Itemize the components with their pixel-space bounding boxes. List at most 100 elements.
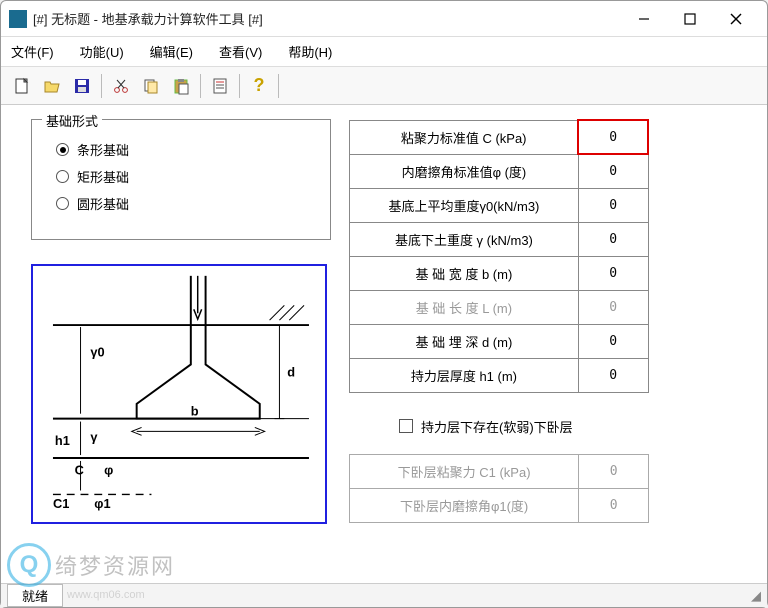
new-button[interactable] [7, 71, 37, 101]
param-value[interactable]: 0 [578, 358, 648, 392]
subparam-label: 下卧层内磨擦角φ1(度) [350, 488, 579, 522]
radio-circle[interactable]: 圆形基础 [56, 194, 306, 213]
radio-label: 条形基础 [77, 140, 129, 159]
parameter-table: 粘聚力标准值 C (kPa)0内磨擦角标准值φ (度)0基底上平均重度γ0(kN… [349, 119, 649, 393]
toolbar: ? [1, 67, 767, 105]
maximize-button[interactable] [667, 5, 713, 33]
checkbox-label: 持力层下存在(软弱)下卧层 [421, 417, 573, 436]
radio-icon [56, 170, 69, 183]
radio-rect[interactable]: 矩形基础 [56, 167, 306, 186]
menu-view[interactable]: 查看(V) [215, 40, 266, 63]
param-row: 基 础 宽 度 b (m)0 [350, 256, 649, 290]
svg-text:φ1: φ1 [94, 496, 110, 511]
param-label: 基 础 宽 度 b (m) [350, 256, 579, 290]
param-label: 基 础 长 度 L (m) [350, 290, 579, 324]
menu-file[interactable]: 文件(F) [7, 40, 58, 63]
toolbar-separator [101, 74, 102, 98]
help-button[interactable]: ? [244, 71, 274, 101]
main-window: [#] 无标题 - 地基承载力计算软件工具 [#] 文件(F) 功能(U) 编辑… [0, 0, 768, 608]
foundation-diagram: d b γ0 h1 γ C φ C1 φ1 [31, 264, 327, 524]
param-label: 粘聚力标准值 C (kPa) [350, 120, 579, 154]
copy-button[interactable] [136, 71, 166, 101]
subparam-value: 0 [579, 454, 649, 488]
open-button[interactable] [37, 71, 67, 101]
save-button[interactable] [67, 71, 97, 101]
open-folder-icon [43, 77, 61, 95]
statusbar: 就绪 ◢ [1, 583, 767, 607]
menu-func[interactable]: 功能(U) [76, 40, 128, 63]
param-row: 粘聚力标准值 C (kPa)0 [350, 120, 649, 154]
toolbar-separator [239, 74, 240, 98]
svg-text:γ0: γ0 [90, 345, 104, 360]
weak-layer-checkbox[interactable]: 持力层下存在(软弱)下卧层 [399, 417, 747, 436]
param-value: 0 [578, 290, 648, 324]
svg-text:φ: φ [104, 463, 113, 478]
close-button[interactable] [713, 5, 759, 33]
param-value[interactable]: 0 [578, 222, 648, 256]
radio-strip[interactable]: 条形基础 [56, 140, 306, 159]
param-value[interactable]: 0 [578, 154, 648, 188]
svg-text:C: C [75, 463, 84, 478]
param-row: 内磨擦角标准值φ (度)0 [350, 154, 649, 188]
left-column: 基础形式 条形基础 矩形基础 圆形基础 [31, 119, 331, 583]
status-ready: 就绪 [7, 584, 63, 607]
new-file-icon [13, 77, 31, 95]
param-value[interactable]: 0 [578, 256, 648, 290]
svg-text:C1: C1 [53, 496, 69, 511]
app-icon [9, 10, 27, 28]
param-row: 基 础 长 度 L (m)0 [350, 290, 649, 324]
subparam-row: 下卧层内磨擦角φ1(度)0 [350, 488, 649, 522]
param-row: 基底上平均重度γ0(kN/m3)0 [350, 188, 649, 222]
radio-icon [56, 143, 69, 156]
toolbar-separator [200, 74, 201, 98]
close-icon [730, 13, 742, 25]
param-value[interactable]: 0 [578, 324, 648, 358]
svg-text:h1: h1 [55, 433, 70, 448]
menu-help[interactable]: 帮助(H) [284, 40, 336, 63]
titlebar: [#] 无标题 - 地基承载力计算软件工具 [#] [1, 1, 767, 37]
param-row: 持力层厚度 h1 (m)0 [350, 358, 649, 392]
toolbar-separator [278, 74, 279, 98]
resize-grip-icon: ◢ [741, 588, 761, 604]
menu-edit[interactable]: 编辑(E) [146, 40, 197, 63]
subparam-label: 下卧层粘聚力 C1 (kPa) [350, 454, 579, 488]
param-value[interactable]: 0 [578, 120, 648, 154]
param-label: 内磨擦角标准值φ (度) [350, 154, 579, 188]
param-row: 基 础 埋 深 d (m)0 [350, 324, 649, 358]
subparam-value: 0 [579, 488, 649, 522]
maximize-icon [684, 13, 696, 25]
window-title: [#] 无标题 - 地基承载力计算软件工具 [#] [33, 9, 621, 28]
param-label: 基底上平均重度γ0(kN/m3) [350, 188, 579, 222]
param-label: 基 础 埋 深 d (m) [350, 324, 579, 358]
param-value[interactable]: 0 [578, 188, 648, 222]
report-button[interactable] [205, 71, 235, 101]
sublayer-table: 下卧层粘聚力 C1 (kPa)0下卧层内磨擦角φ1(度)0 [349, 454, 649, 523]
svg-text:γ: γ [90, 429, 98, 444]
checkbox-icon [399, 419, 413, 433]
document-icon [211, 77, 229, 95]
param-row: 基底下土重度 γ (kN/m3)0 [350, 222, 649, 256]
radio-icon [56, 197, 69, 210]
help-icon: ? [254, 75, 265, 96]
param-label: 持力层厚度 h1 (m) [350, 358, 579, 392]
save-icon [73, 77, 91, 95]
minimize-icon [638, 13, 650, 25]
copy-icon [142, 77, 160, 95]
paste-icon [172, 77, 190, 95]
window-buttons [621, 5, 759, 33]
paste-button[interactable] [166, 71, 196, 101]
content-area: 基础形式 条形基础 矩形基础 圆形基础 [1, 105, 767, 583]
svg-text:d: d [287, 364, 295, 379]
minimize-button[interactable] [621, 5, 667, 33]
fieldset-legend: 基础形式 [42, 111, 102, 130]
foundation-type-fieldset: 基础形式 条形基础 矩形基础 圆形基础 [31, 119, 331, 240]
param-label: 基底下土重度 γ (kN/m3) [350, 222, 579, 256]
radio-label: 矩形基础 [77, 167, 129, 186]
right-column: 粘聚力标准值 C (kPa)0内磨擦角标准值φ (度)0基底上平均重度γ0(kN… [349, 119, 747, 583]
subparam-row: 下卧层粘聚力 C1 (kPa)0 [350, 454, 649, 488]
radio-label: 圆形基础 [77, 194, 129, 213]
svg-text:b: b [191, 404, 199, 419]
menubar: 文件(F) 功能(U) 编辑(E) 查看(V) 帮助(H) [1, 37, 767, 67]
cut-button[interactable] [106, 71, 136, 101]
scissors-icon [112, 77, 130, 95]
